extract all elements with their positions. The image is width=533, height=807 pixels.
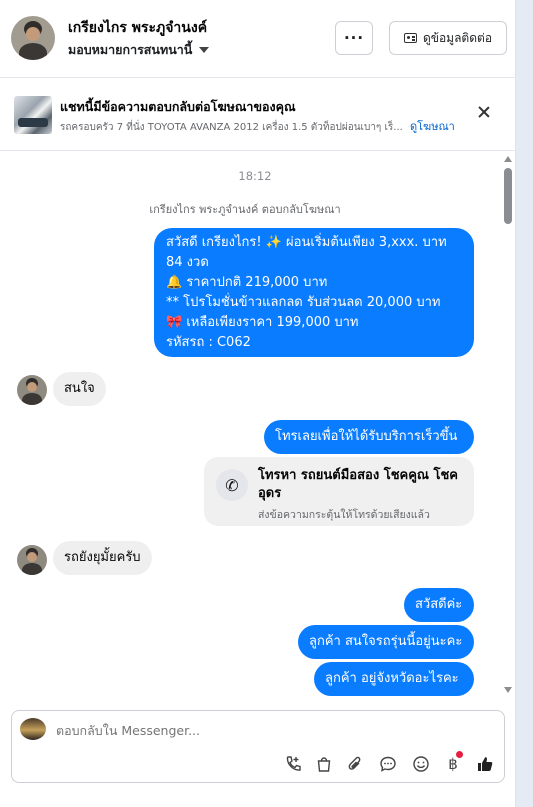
ad-thumbnail[interactable] [14,96,52,134]
scroll-up-icon[interactable] [504,156,512,162]
emoji-icon[interactable] [410,753,432,775]
reply-input[interactable] [56,723,476,738]
outgoing-message[interactable]: โทรเลยเพื่อให้ได้รับบริการเร็วขึ้น [264,420,474,454]
view-contact-button[interactable]: ดูข้อมูลติดต่อ [389,21,507,55]
contact-name[interactable]: เกรียงไกร พระภูจำนงค์ [68,17,207,39]
conversation-header: เกรียงไกร พระภูจำนงค์ มอบหมายการสนทนานี้… [0,0,516,78]
baht-icon[interactable]: ฿ [442,751,464,775]
message-composer: ฿ [11,710,505,783]
ad-message-line: 84 งวด [166,255,209,270]
scrollbar-thumb[interactable] [504,168,512,224]
call-card-subtitle: ส่งข้อความกระตุ้นให้โทรด้วยเสียงแล้ว [258,509,430,521]
contact-avatar-small[interactable] [17,545,47,575]
right-side-strip [516,0,533,807]
message-scrollbar[interactable] [502,152,514,697]
page-avatar [20,718,46,740]
outgoing-message[interactable]: ลูกค้า อยู่จังหวัดอะไรคะ [314,662,474,696]
scroll-down-icon[interactable] [504,687,512,693]
contact-avatar-small[interactable] [17,375,47,405]
more-options-button[interactable]: ··· [335,21,373,55]
ad-description: รถครอบครัว 7 ที่นั่ง TOYOTA AVANZA 2012 … [60,122,403,133]
view-ad-link[interactable]: ดูโฆษณา [410,120,455,133]
outgoing-message[interactable]: สวัสดีค่ะ [404,588,474,622]
contact-avatar[interactable] [11,16,55,60]
ad-banner-title: แชทนี้มีข้อความตอบกลับต่อโฆษณาของคุณ [60,99,296,114]
ad-message-line: รหัสรถ : C062 [166,335,251,350]
ad-banner-subtitle: รถครอบครัว 7 ที่นั่ง TOYOTA AVANZA 2012 … [60,117,455,135]
assign-conversation-dropdown[interactable]: มอบหมายการสนทนานี้ [68,40,210,60]
paperclip-icon[interactable] [344,753,366,775]
ad-reply-banner: แชทนี้มีข้อความตอบกลับต่อโฆษณาของคุณ รถค… [0,79,516,151]
call-card-title: โทรหา รถยนต์มือสอง โชคคูณ โชค อุดร [258,468,459,501]
message-thread: 18:12 เกรียงไกร พระภูจำนงค์ ตอบกลับโฆษณา… [0,152,500,697]
chat-bubble-icon[interactable] [377,753,399,775]
incoming-message[interactable]: รถยังยุมั้ยครับ [53,541,152,575]
message-timestamp: 18:12 [238,169,272,183]
ad-reply-note: เกรียงไกร พระภูจำนงค์ ตอบกลับโฆษณา [149,203,341,216]
outgoing-message[interactable]: ลูกค้า สนใจรถรุ่นนี้อยู่นะคะ [298,625,474,659]
outgoing-ad-message[interactable]: สวัสดี เกรียงไกร! ✨ ผ่อนเริ่มต้นเพียง 3,… [154,228,474,357]
phone-plus-icon[interactable] [282,753,304,775]
close-icon[interactable] [476,104,492,120]
ad-message-line: 🎀 เหลือเพียงราคา 199,000 บาท [166,315,359,330]
incoming-message[interactable]: สนใจ [53,372,106,406]
caret-down-icon [199,47,210,53]
ad-message-line: 🔔 ราคาปกติ 219,000 บาท [166,275,328,290]
contact-card-icon [403,33,417,43]
notification-dot [456,751,463,758]
phone-icon: ✆ [216,469,248,501]
thumbs-up-icon[interactable] [474,753,496,775]
view-contact-label: ดูข้อมูลติดต่อ [422,30,493,45]
conversation-panel: เกรียงไกร พระภูจำนงค์ มอบหมายการสนทนานี้… [0,0,516,807]
call-request-card[interactable]: ✆ โทรหา รถยนต์มือสอง โชคคูณ โชค อุดร ส่ง… [204,457,474,526]
ad-message-line: ** โปรโมชั่นข้าวแลกลด รับส่วนลด 20,000 บ… [166,295,441,310]
ad-message-line: สวัสดี เกรียงไกร! ✨ ผ่อนเริ่มต้นเพียง 3,… [166,235,447,250]
bag-icon[interactable] [313,753,335,775]
assign-label: มอบหมายการสนทนานี้ [68,42,193,57]
